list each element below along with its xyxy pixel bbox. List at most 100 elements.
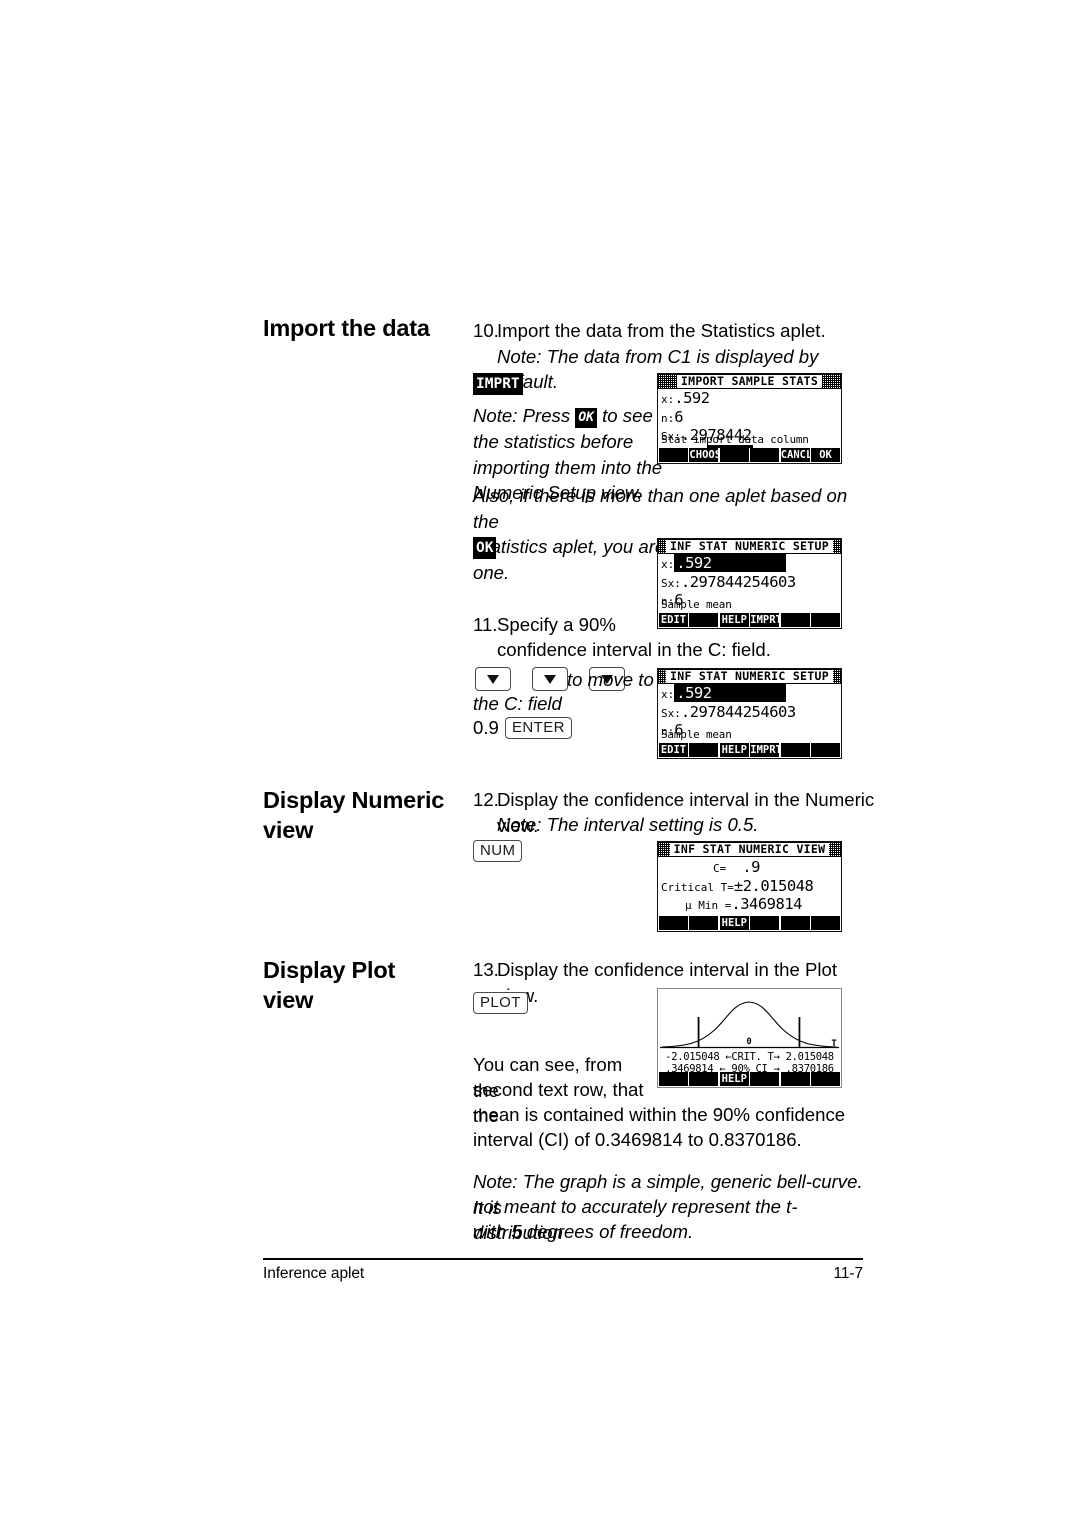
section-heading-import: Import the data (263, 315, 430, 341)
num-key[interactable]: NUM (473, 840, 523, 862)
down-arrow-icon (487, 674, 499, 684)
softkey[interactable] (659, 1072, 688, 1086)
lcd-row: Critical T=±2.015048 (661, 876, 838, 897)
softkey-ok[interactable]: OK (811, 448, 841, 462)
note-post: to see (596, 405, 653, 426)
lcd-row-label: x: (661, 688, 675, 701)
imprt-menu-key-label: IMPRT (473, 373, 523, 395)
footer-divider (263, 1258, 863, 1260)
softkey-help[interactable]: HELP (719, 1072, 749, 1086)
lcd-row-value: .297844254603 (680, 702, 796, 721)
lcd-row-value-selected[interactable]: .592 (674, 684, 786, 702)
down-arrow-key-1[interactable] (475, 667, 511, 691)
plot-center-label: 0 (746, 1037, 751, 1047)
lcd-row-value: .297844254603 (680, 572, 796, 591)
softkey[interactable] (689, 743, 719, 757)
lcd-numeric-view: INF STAT NUMERIC VIEW C= .9 Critical T=±2… (657, 841, 842, 932)
softkey-help[interactable]: HELP (719, 743, 749, 757)
enter-key[interactable]: ENTER (505, 717, 572, 739)
down-arrow-key-2[interactable] (531, 667, 568, 691)
lcd-plot-view: 0 T -2.015048 ←CRIT. T→ 2.015048 .346981… (657, 988, 842, 1088)
entry-value: 0.9 (473, 717, 499, 738)
softkey-choos[interactable]: CHOOS (689, 448, 719, 462)
lcd-softkey-bar: EDIT HELP IMPRT (658, 613, 841, 628)
softkey-edit[interactable]: EDIT (659, 613, 688, 627)
softkey[interactable] (780, 916, 810, 930)
lcd-row: Sx:.297844254603 (661, 702, 838, 723)
softkey[interactable] (689, 1072, 719, 1086)
softkey-edit[interactable]: EDIT (659, 743, 688, 757)
document-page: Import the data 10. Import the data from… (0, 0, 1080, 1527)
plot-body-line4: interval (CI) of 0.3469814 to 0.8370186. (473, 1129, 802, 1150)
softkey[interactable] (811, 916, 841, 930)
lcd-row: μ Min =.3469814 (661, 896, 838, 915)
numeric-heading-line2: view (263, 817, 314, 843)
section-heading-numeric-view: Display Numeric view (263, 785, 463, 845)
softkey[interactable] (659, 916, 688, 930)
note-pre: Note: Press (473, 405, 576, 426)
softkey[interactable] (750, 448, 780, 462)
footer-left: Inference aplet (263, 1265, 365, 1282)
softkey[interactable] (689, 916, 719, 930)
softkey[interactable] (750, 916, 780, 930)
lcd-softkey-bar: CHOOS CANCL OK (658, 448, 841, 463)
footer-page-number: 11-7 (833, 1265, 864, 1282)
softkey[interactable] (811, 1072, 841, 1086)
softkey-help[interactable]: HELP (719, 916, 749, 930)
softkey[interactable] (811, 613, 841, 627)
softkey[interactable] (659, 448, 688, 462)
lcd-softkey-bar: HELP (658, 1072, 841, 1087)
softkey[interactable] (780, 613, 810, 627)
lcd-row-label: n: (661, 411, 675, 425)
lcd-row: n:6 (661, 407, 838, 428)
lcd-row-value: 6 (674, 407, 684, 426)
lcd-row-value: .3469814 (731, 895, 803, 913)
softkey[interactable] (750, 1072, 780, 1086)
lcd-row-label: Sx: (661, 576, 681, 590)
arrow-instruction-line2: the C: field (473, 693, 562, 714)
arrow-instruction-line1: to move to (567, 669, 654, 690)
lcd-row: x:.592 (661, 390, 838, 409)
softkey-imprt[interactable]: IMPRT (750, 743, 780, 757)
softkey[interactable] (719, 448, 749, 462)
softkey[interactable] (689, 613, 719, 627)
step-number-10: 10. (473, 320, 499, 341)
lcd-hint-text: Sample mean (661, 598, 732, 611)
plot-crit-low: -2.015048 (665, 1051, 720, 1063)
lcd-numeric-setup-9: INF STAT NUMERIC SETUP x: .592 Sx:.297844… (657, 668, 842, 759)
note-line3: importing them into the (473, 456, 663, 478)
lcd-row-value-selected[interactable]: .592 (674, 554, 786, 572)
lcd-row: x:.592 (661, 684, 838, 704)
lcd-title-bar: INF STAT NUMERIC VIEW (658, 842, 841, 857)
softkey[interactable] (780, 743, 810, 757)
plot-crit-high: 2.015048 (785, 1051, 834, 1063)
lcd-row: C= .9 (661, 859, 838, 878)
note-line2: the statistics before (473, 431, 634, 452)
step-number-12: 12. (473, 789, 499, 810)
softkey-cancl[interactable]: CANCL (780, 448, 810, 462)
lcd-row-value: ±2.015048 (733, 876, 814, 895)
step-11-text: Specify a 90% (497, 612, 657, 638)
lcd-softkey-bar: HELP (658, 916, 841, 931)
plot-key-wrap: PLOT (473, 992, 528, 1014)
softkey[interactable] (780, 1072, 810, 1086)
lcd-row-label: Sx: (661, 706, 681, 720)
plot-key[interactable]: PLOT (473, 992, 528, 1014)
step-11-line2: confidence interval in the C: field. (497, 639, 771, 660)
imprt-menu-key[interactable]: IMPRT (473, 373, 523, 396)
note-line5: Also, if there is more than one aplet ba… (473, 485, 848, 532)
lcd-row-label: x: (661, 393, 675, 406)
softkey-imprt[interactable]: IMPRT (750, 613, 780, 627)
softkey[interactable] (811, 743, 841, 757)
ok-menu-key-label: OK (473, 537, 497, 559)
ok-inline-menu-key[interactable]: OK (575, 408, 597, 428)
step-12-note: Note: The interval setting is 0.5. (497, 814, 759, 835)
lcd-hint-text: Stat import data column (661, 433, 809, 446)
softkey-help[interactable]: HELP (719, 613, 749, 627)
numeric-heading-line1: Display Numeric (263, 787, 445, 813)
step-11-line1: Specify a 90% (497, 614, 616, 635)
ok-menu-key[interactable]: OK (473, 537, 497, 560)
plot-body-line3: mean is contained within the 90% confide… (473, 1104, 846, 1125)
lcd-title-bar: IMPORT SAMPLE STATS (658, 374, 841, 389)
lcd-title-bar: INF STAT NUMERIC SETUP (658, 669, 841, 684)
